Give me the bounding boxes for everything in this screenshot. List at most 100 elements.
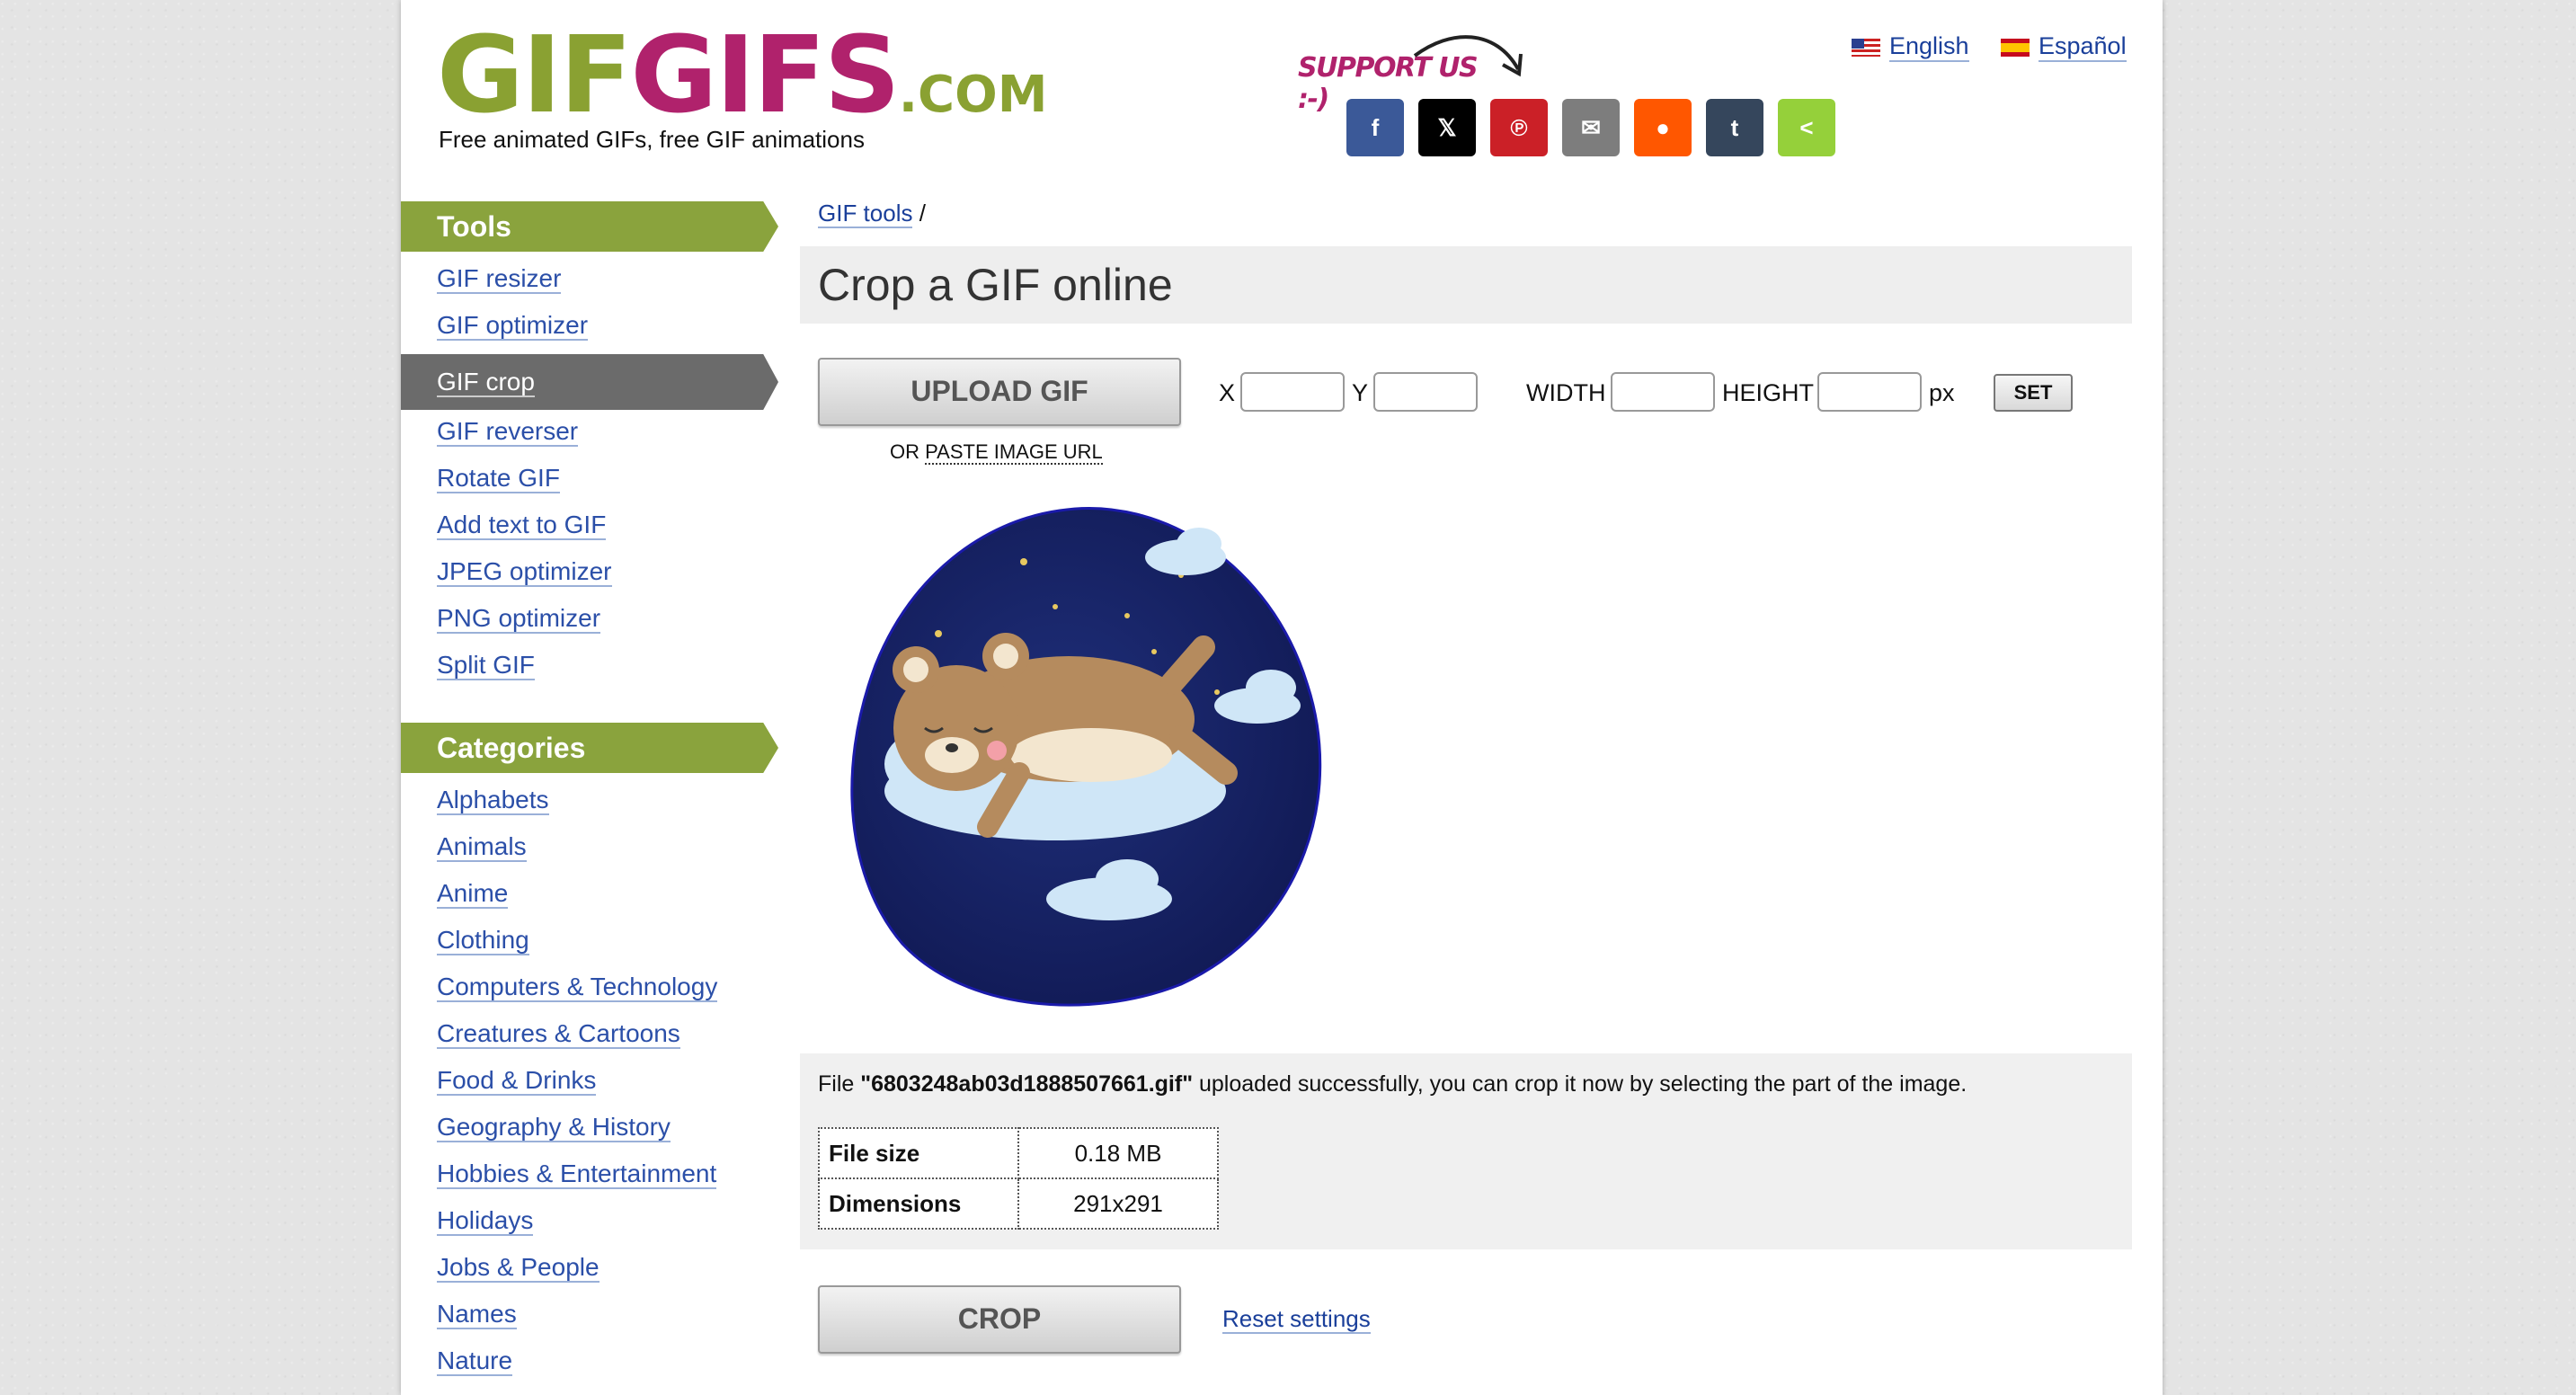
crop-button[interactable]: CROP [818, 1285, 1181, 1354]
tumblr-share-button[interactable]: t [1706, 99, 1763, 156]
sleeping-bear-gif[interactable] [839, 503, 1343, 1007]
breadcrumb-link-gif-tools[interactable]: GIF tools [818, 200, 913, 228]
width-input[interactable] [1611, 372, 1715, 412]
reset-settings-link[interactable]: Reset settings [1222, 1305, 1371, 1334]
category-link[interactable]: Hobbies & Entertainment [437, 1160, 717, 1189]
sidebar-item-category[interactable]: Alphabets [437, 777, 717, 823]
language-english[interactable]: English [1852, 32, 1969, 62]
uploaded-gif-image[interactable] [839, 503, 1343, 1011]
sidebar-active-label: GIF crop [437, 368, 535, 397]
sidebar-item-category[interactable]: Holidays [437, 1197, 717, 1244]
category-link[interactable]: Names [437, 1300, 517, 1329]
file-info-table: File size 0.18 MB Dimensions 291x291 [818, 1127, 1219, 1230]
category-link[interactable]: Clothing [437, 926, 529, 955]
share-icon: < [1799, 113, 1814, 141]
sidebar-item-category[interactable]: Names [437, 1291, 717, 1337]
y-input[interactable] [1373, 372, 1478, 412]
sidebar-link[interactable]: Rotate GIF [437, 464, 560, 493]
category-link[interactable]: Nature [437, 1346, 513, 1376]
sidebar-item-png-optimizer[interactable]: PNG optimizer [437, 595, 612, 642]
sidebar-item-category[interactable]: Computers & Technology [437, 964, 718, 1010]
support-us-banner: SUPPORT US :-) [1298, 35, 1523, 115]
sidebar-item-category[interactable]: Geography & History [437, 1104, 717, 1151]
category-link[interactable]: Food & Drinks [437, 1066, 597, 1096]
sidebar-item-gif-crop[interactable]: GIF crop [401, 354, 778, 410]
sidebar-link[interactable]: Split GIF [437, 651, 535, 680]
sidebar-item-jpeg-optimizer[interactable]: JPEG optimizer [437, 548, 612, 595]
us-flag-icon [1852, 38, 1880, 57]
paste-url-row: OR PASTE IMAGE URL [890, 440, 1103, 465]
sidebar-item-category[interactable]: Food & Drinks [437, 1057, 717, 1104]
category-link[interactable]: Jobs & People [437, 1253, 600, 1283]
upload-gif-button[interactable]: UPLOAD GIF [818, 358, 1181, 426]
site-logo[interactable]: GIFGIFS.COM [437, 22, 1048, 128]
reset-settings-wrapper: Reset settings [1222, 1305, 1371, 1334]
sidebar-item-category[interactable]: Anime [437, 870, 717, 917]
width-label: WIDTH [1526, 379, 1606, 406]
message-suffix: uploaded successfully, you can crop it n… [1193, 1071, 1968, 1097]
share-buttons: f 𝕏 ℗ ✉ ● t < [1346, 99, 1835, 156]
logo-text-com: .COM [898, 66, 1048, 124]
px-label: px [1929, 379, 1955, 406]
tools-heading: Tools [401, 201, 778, 252]
sidebar-item-category[interactable]: Clothing [437, 917, 717, 964]
category-link[interactable]: Computers & Technology [437, 973, 718, 1002]
x-share-button[interactable]: 𝕏 [1418, 99, 1476, 156]
tumblr-icon: t [1730, 113, 1739, 141]
category-link[interactable]: Creatures & Cartoons [437, 1019, 680, 1049]
reddit-share-button[interactable]: ● [1634, 99, 1692, 156]
sidebar-link[interactable]: GIF optimizer [437, 311, 589, 341]
category-link[interactable]: Anime [437, 879, 509, 909]
pinterest-icon: ℗ [1510, 113, 1528, 141]
set-button[interactable]: SET [1994, 374, 2073, 412]
height-input[interactable] [1817, 372, 1922, 412]
language-espanol[interactable]: Español [2001, 32, 2127, 62]
sidebar-link[interactable]: Add text to GIF [437, 511, 607, 540]
tools-list-cont: GIF reverser Rotate GIF Add text to GIF … [437, 408, 612, 689]
x-icon: 𝕏 [1437, 113, 1457, 141]
height-label: HEIGHT [1722, 379, 1815, 406]
breadcrumb: GIF tools / [818, 200, 926, 228]
facebook-icon: f [1371, 113, 1380, 141]
sidebar-item-gif-resizer[interactable]: GIF resizer [437, 255, 588, 302]
sidebar-item-gif-optimizer[interactable]: GIF optimizer [437, 302, 589, 349]
logo-text-gif: GIF [437, 13, 632, 137]
es-flag-icon [2001, 38, 2030, 57]
category-link[interactable]: Geography & History [437, 1113, 671, 1142]
category-link[interactable]: Holidays [437, 1206, 534, 1236]
paste-image-url-link[interactable]: PASTE IMAGE URL [925, 440, 1103, 465]
pinterest-share-button[interactable]: ℗ [1490, 99, 1548, 156]
title-bar: Crop a GIF online [800, 246, 2132, 324]
sidebar-item-add-text[interactable]: Add text to GIF [437, 502, 612, 548]
tools-list: GIF resizer GIF optimizer [437, 255, 589, 349]
sidebar-item-category[interactable]: Hobbies & Entertainment [437, 1151, 717, 1197]
sidebar-link[interactable]: GIF reverser [437, 417, 579, 447]
sidebar-item-category[interactable]: Creatures & Cartoons [437, 1010, 717, 1057]
page-container: GIFGIFS.COM Free animated GIFs, free GIF… [401, 0, 2163, 1395]
sidebar-item-gif-reverser[interactable]: GIF reverser [437, 408, 612, 455]
sidebar-link[interactable]: GIF resizer [437, 264, 562, 294]
y-label: Y [1352, 379, 1369, 406]
share-share-button[interactable]: < [1778, 99, 1835, 156]
curved-arrow-icon [1413, 35, 1523, 77]
category-link[interactable]: Alphabets [437, 786, 549, 815]
sidebar-link[interactable]: JPEG optimizer [437, 557, 612, 587]
language-link-english[interactable]: English [1889, 32, 1969, 62]
uploaded-filename: "6803248ab03d1888507661.gif" [860, 1071, 1194, 1097]
email-share-button[interactable]: ✉ [1562, 99, 1620, 156]
category-link[interactable]: Animals [437, 832, 527, 862]
sidebar-item-category[interactable]: Animals [437, 823, 717, 870]
language-link-espanol[interactable]: Español [2039, 32, 2127, 62]
x-label: X [1219, 379, 1236, 406]
upload-info-box: File "6803248ab03d1888507661.gif" upload… [800, 1053, 2132, 1249]
sidebar-item-rotate-gif[interactable]: Rotate GIF [437, 455, 612, 502]
page-title: Crop a GIF online [818, 260, 1173, 310]
sidebar-item-category[interactable]: Jobs & People [437, 1244, 717, 1291]
facebook-share-button[interactable]: f [1346, 99, 1404, 156]
file-size-label: File size [818, 1127, 1019, 1179]
sidebar-item-category[interactable]: Nature [437, 1337, 717, 1384]
x-input[interactable] [1240, 372, 1345, 412]
sidebar-link[interactable]: PNG optimizer [437, 604, 601, 634]
sidebar-item-split-gif[interactable]: Split GIF [437, 642, 612, 689]
categories-list: Alphabets Animals Anime Clothing Computers &… [437, 777, 718, 1384]
